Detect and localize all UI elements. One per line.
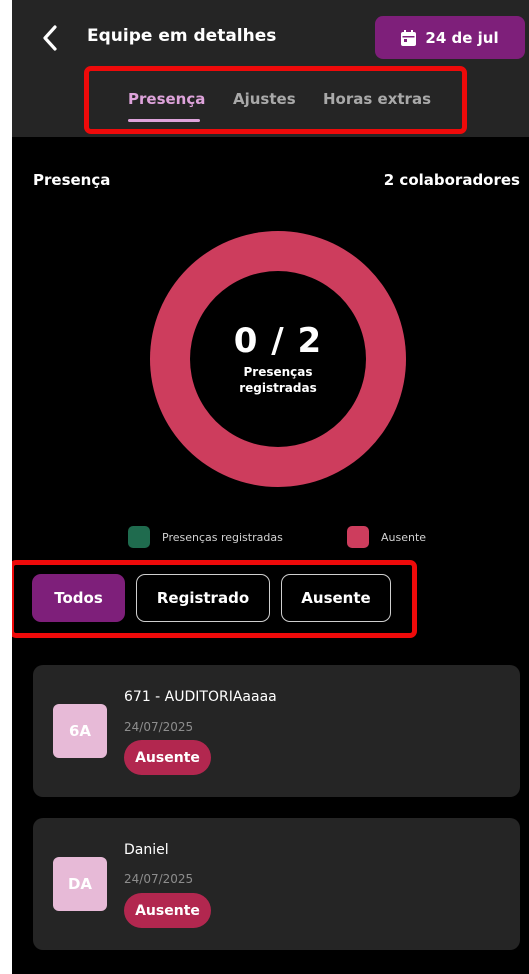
donut-value: 0 / 2: [233, 321, 323, 361]
employee-card[interactable]: DA Daniel 24/07/2025 Ausente: [33, 818, 520, 950]
app-screen: Equipe em detalhes 24 de jul Presença Aj…: [12, 0, 529, 974]
donut-caption-line1: Presenças: [243, 365, 313, 379]
employee-card[interactable]: 6A 671 - AUDITORIAaaaa 24/07/2025 Ausent…: [33, 665, 520, 797]
legend-label-registered: Presenças registradas: [162, 530, 283, 544]
employee-name: 671 - AUDITORIAaaaa: [124, 689, 277, 705]
legend-swatch-registered: [128, 526, 150, 548]
date-label: 24 de jul: [425, 28, 499, 47]
avatar: 6A: [53, 704, 107, 758]
collaborators-count: 2 colaboradores: [383, 171, 520, 189]
calendar-icon: [401, 29, 417, 46]
header: Equipe em detalhes 24 de jul Presença Aj…: [12, 0, 529, 137]
legend-swatch-absent: [347, 526, 369, 548]
chevron-left-icon: [43, 25, 57, 51]
back-button[interactable]: [38, 24, 62, 52]
donut-caption-line2: registradas: [239, 381, 317, 395]
page-title: Equipe em detalhes: [87, 26, 277, 46]
tabs-highlight-frame: [84, 66, 467, 134]
status-badge: Ausente: [124, 740, 211, 775]
donut-caption: Presenças registradas: [190, 364, 366, 396]
avatar: DA: [53, 857, 107, 911]
legend-label-absent: Ausente: [381, 530, 427, 544]
legend-item-absent: Ausente: [347, 526, 426, 548]
employee-date: 24/07/2025: [124, 872, 194, 886]
employee-name: Daniel: [124, 842, 169, 858]
date-picker-button[interactable]: 24 de jul: [375, 16, 525, 59]
section-title: Presença: [33, 171, 111, 189]
employee-date: 24/07/2025: [124, 720, 194, 734]
donut-center: 0 / 2 Presenças registradas: [190, 271, 366, 447]
filters-highlight-frame: [12, 560, 417, 638]
attendance-donut-chart: 0 / 2 Presenças registradas: [150, 231, 406, 487]
status-badge: Ausente: [124, 893, 211, 928]
legend-item-registered: Presenças registradas: [128, 526, 283, 548]
